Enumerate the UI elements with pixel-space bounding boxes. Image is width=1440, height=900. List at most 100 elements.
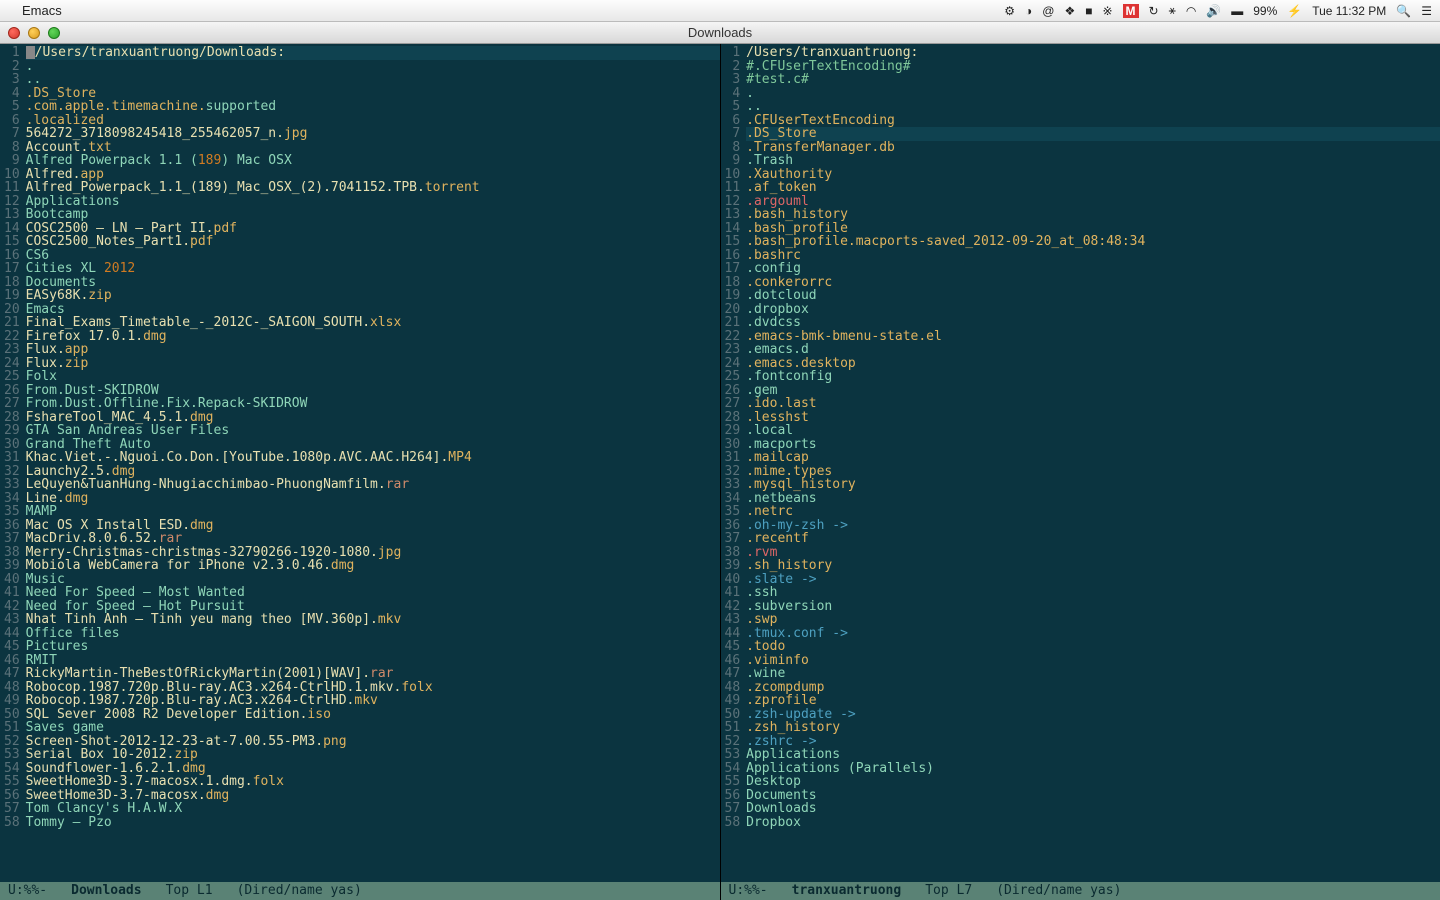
battery-icon[interactable]: ▬: [1231, 4, 1243, 18]
dired-entry[interactable]: .CFUserTextEncoding: [746, 114, 1440, 128]
dired-entry[interactable]: Folx: [26, 370, 720, 384]
dired-entry[interactable]: SQL Sever 2008 R2 Developer Edition.iso: [26, 708, 720, 722]
status-icon[interactable]: ❖: [1064, 4, 1075, 18]
dired-entry[interactable]: .tmux.conf ->: [746, 627, 1440, 641]
dired-entry[interactable]: .mysql_history: [746, 478, 1440, 492]
bluetooth-icon[interactable]: ⚹: [1169, 3, 1176, 18]
dired-entry[interactable]: COSC2500 – LN – Part II.pdf: [26, 222, 720, 236]
dired-entry[interactable]: Alfred Powerpack 1.1 (189) Mac OSX: [26, 154, 720, 168]
dired-entry[interactable]: Tommy – Pzo: [26, 816, 720, 830]
dired-entry[interactable]: .zprofile: [746, 694, 1440, 708]
dired-entry[interactable]: .DS_Store: [746, 127, 1440, 141]
dired-entry[interactable]: .bash_profile: [746, 222, 1440, 236]
dired-entry[interactable]: .viminfo: [746, 654, 1440, 668]
dired-entry[interactable]: 564272_3718098245418_255462057_n.jpg: [26, 127, 720, 141]
dired-entry[interactable]: Office files: [26, 627, 720, 641]
dired-entry[interactable]: CS6: [26, 249, 720, 263]
dired-entry[interactable]: .zsh_history: [746, 721, 1440, 735]
status-icon[interactable]: @: [1042, 4, 1054, 18]
dired-entry[interactable]: Khac.Viet.-.Nguoi.Co.Don.[YouTube.1080p.…: [26, 451, 720, 465]
dired-entry[interactable]: .gem: [746, 384, 1440, 398]
dired-entry[interactable]: #test.c#: [746, 73, 1440, 87]
dired-entry[interactable]: Alfred.app: [26, 168, 720, 182]
dired-entry[interactable]: .Xauthority: [746, 168, 1440, 182]
notification-center-icon[interactable]: ☰: [1421, 4, 1432, 18]
window-titlebar[interactable]: Downloads: [0, 22, 1440, 44]
dired-entry[interactable]: #.CFUserTextEncoding#: [746, 60, 1440, 74]
dired-entry[interactable]: Nhat Tinh Anh – Tinh yeu mang theo [MV.3…: [26, 613, 720, 627]
dired-entry[interactable]: Final_Exams_Timetable_-_2012C-_SAIGON_SO…: [26, 316, 720, 330]
dired-entry[interactable]: .macports: [746, 438, 1440, 452]
dired-entry[interactable]: Dropbox: [746, 816, 1440, 830]
dired-entry[interactable]: RMIT: [26, 654, 720, 668]
wifi-icon[interactable]: ◠: [1186, 4, 1196, 18]
dired-entry[interactable]: .rvm: [746, 546, 1440, 560]
status-icon[interactable]: ↻: [1149, 4, 1159, 18]
dired-entry[interactable]: Applications: [746, 748, 1440, 762]
dired-entry[interactable]: ..: [746, 100, 1440, 114]
dired-entry[interactable]: .netbeans: [746, 492, 1440, 506]
right-pane[interactable]: 1234567891011121314151617181920212223242…: [720, 44, 1440, 900]
dired-entry[interactable]: FshareTool_MAC_4.5.1.dmg: [26, 411, 720, 425]
dired-entry[interactable]: .Trash: [746, 154, 1440, 168]
dired-entry[interactable]: .oh-my-zsh ->: [746, 519, 1440, 533]
dired-entry[interactable]: .swp: [746, 613, 1440, 627]
minimize-button[interactable]: [28, 27, 40, 39]
dired-entry[interactable]: From.Dust.Offline.Fix.Repack-SKIDROW: [26, 397, 720, 411]
zoom-button[interactable]: [48, 27, 60, 39]
dired-entry[interactable]: .TransferManager.db: [746, 141, 1440, 155]
dired-entry[interactable]: .DS_Store: [26, 87, 720, 101]
dired-entry[interactable]: MAMP: [26, 505, 720, 519]
dired-entry[interactable]: Flux.app: [26, 343, 720, 357]
dired-entry[interactable]: From.Dust-SKIDROW: [26, 384, 720, 398]
dired-entry[interactable]: .recentf: [746, 532, 1440, 546]
dired-entry[interactable]: Firefox 17.0.1.dmg: [26, 330, 720, 344]
left-pane[interactable]: 1234567891011121314151617181920212223242…: [0, 44, 720, 900]
dired-entry[interactable]: Saves game: [26, 721, 720, 735]
dired-entry[interactable]: MacDriv.8.0.6.52.rar: [26, 532, 720, 546]
dired-entry[interactable]: .zcompdump: [746, 681, 1440, 695]
dired-entry[interactable]: .slate ->: [746, 573, 1440, 587]
dired-entry[interactable]: .dvdcss: [746, 316, 1440, 330]
dired-entry[interactable]: SweetHome3D-3.7-macosx.1.dmg.folx: [26, 775, 720, 789]
dired-entry[interactable]: .: [746, 87, 1440, 101]
dired-entry[interactable]: Documents: [26, 276, 720, 290]
dired-entry[interactable]: .ido.last: [746, 397, 1440, 411]
dired-entry[interactable]: .af_token: [746, 181, 1440, 195]
spotlight-icon[interactable]: 🔍: [1396, 4, 1411, 18]
volume-icon[interactable]: 🔊: [1206, 4, 1221, 18]
dired-entry[interactable]: /Users/tranxuantruong:: [746, 46, 1440, 60]
dired-entry[interactable]: .argouml: [746, 195, 1440, 209]
dired-entry[interactable]: Alfred_Powerpack_1.1_(189)_Mac_OSX_(2).7…: [26, 181, 720, 195]
dired-entry[interactable]: Mac OS X Install ESD.dmg: [26, 519, 720, 533]
dired-entry[interactable]: .dotcloud: [746, 289, 1440, 303]
dired-entry[interactable]: .bash_history: [746, 208, 1440, 222]
dired-entry[interactable]: Serial Box 10-2012.zip: [26, 748, 720, 762]
dired-entry[interactable]: .mime.types: [746, 465, 1440, 479]
app-menu-name[interactable]: Emacs: [22, 3, 62, 18]
dired-entry[interactable]: Account.txt: [26, 141, 720, 155]
dired-entry[interactable]: .netrc: [746, 505, 1440, 519]
status-icon[interactable]: M: [1123, 4, 1139, 18]
status-icon[interactable]: ◑: [1025, 4, 1032, 18]
dired-entry[interactable]: Soundflower-1.6.2.1.dmg: [26, 762, 720, 776]
dired-entry[interactable]: ..: [26, 73, 720, 87]
dired-entry[interactable]: /Users/tranxuantruong/Downloads:: [26, 46, 720, 60]
dired-entry[interactable]: Documents: [746, 789, 1440, 803]
dired-entry[interactable]: Merry-Christmas-christmas-32790266-1920-…: [26, 546, 720, 560]
dired-entry[interactable]: Need for Speed – Hot Pursuit: [26, 600, 720, 614]
dired-entry[interactable]: .emacs-bmk-bmenu-state.el: [746, 330, 1440, 344]
dired-entry[interactable]: Line.dmg: [26, 492, 720, 506]
dired-entry[interactable]: Robocop.1987.720p.Blu-ray.AC3.x264-CtrlH…: [26, 694, 720, 708]
dired-entry[interactable]: .todo: [746, 640, 1440, 654]
dired-entry[interactable]: SweetHome3D-3.7-macosx.dmg: [26, 789, 720, 803]
dired-entry[interactable]: Downloads: [746, 802, 1440, 816]
dired-entry[interactable]: Applications (Parallels): [746, 762, 1440, 776]
dired-entry[interactable]: .emacs.desktop: [746, 357, 1440, 371]
dired-entry[interactable]: .lesshst: [746, 411, 1440, 425]
dired-entry[interactable]: .zshrc ->: [746, 735, 1440, 749]
dired-entry[interactable]: Mobiola WebCamera for iPhone v2.3.0.46.d…: [26, 559, 720, 573]
dired-entry[interactable]: RickyMartin-TheBestOfRickyMartin(2001)[W…: [26, 667, 720, 681]
dired-entry[interactable]: .ssh: [746, 586, 1440, 600]
dired-entry[interactable]: Cities XL 2012: [26, 262, 720, 276]
